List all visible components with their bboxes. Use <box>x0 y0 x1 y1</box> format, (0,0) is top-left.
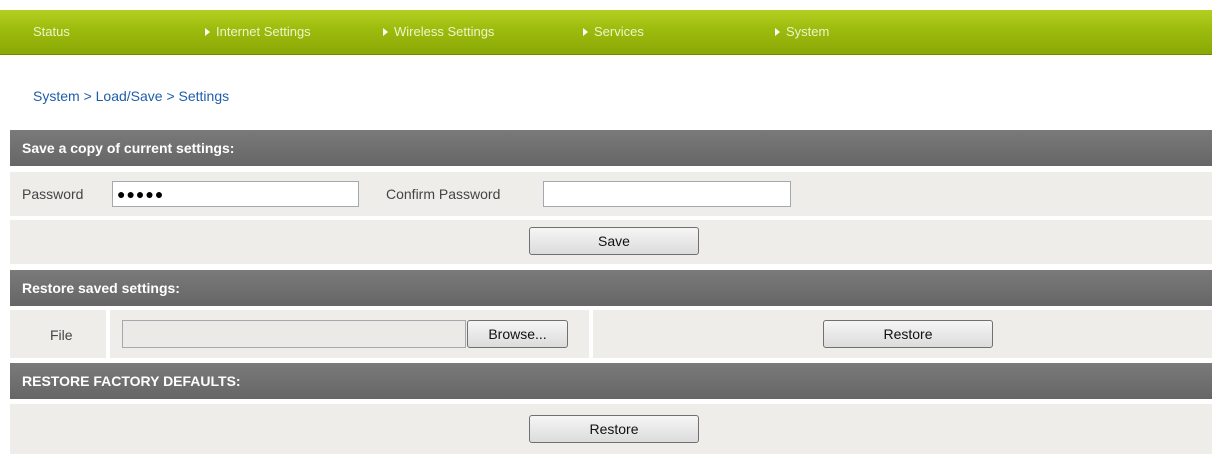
save-button[interactable]: Save <box>529 227 699 255</box>
arrow-right-icon <box>205 27 210 36</box>
restore-file-row: File Browse... Restore <box>10 310 1212 358</box>
nav-item-internet-settings[interactable]: Internet Settings <box>205 10 311 54</box>
nav-item-label: Internet Settings <box>216 24 311 39</box>
factory-defaults-header: RESTORE FACTORY DEFAULTS: <box>10 363 1212 399</box>
file-label: File <box>50 327 73 343</box>
top-bar: Status Internet Settings Wireless Settin… <box>0 0 1212 55</box>
main-nav: Status Internet Settings Wireless Settin… <box>0 10 1212 55</box>
restore-factory-button[interactable]: Restore <box>529 415 699 443</box>
column-divider <box>106 310 110 358</box>
nav-item-label: Status <box>33 24 70 39</box>
save-settings-header: Save a copy of current settings: <box>10 130 1212 166</box>
nav-item-label: Wireless Settings <box>394 24 495 39</box>
nav-item-wireless-settings[interactable]: Wireless Settings <box>383 10 494 54</box>
password-row: Password Confirm Password <box>10 172 1212 216</box>
password-label: Password <box>22 186 84 202</box>
confirm-password-label: Confirm Password <box>386 186 501 202</box>
save-button-row: Save <box>10 220 1212 264</box>
browse-button[interactable]: Browse... <box>467 320 568 348</box>
confirm-password-input[interactable] <box>543 181 791 207</box>
nav-item-label: System <box>786 24 830 39</box>
arrow-right-icon <box>583 27 588 36</box>
nav-item-label: Services <box>594 24 644 39</box>
restore-saved-button[interactable]: Restore <box>823 320 993 348</box>
nav-item-system[interactable]: System <box>775 10 829 54</box>
file-path-display[interactable] <box>122 320 466 348</box>
column-divider <box>589 310 593 358</box>
nav-item-status[interactable]: Status <box>33 10 70 54</box>
nav-item-services[interactable]: Services <box>583 10 644 54</box>
arrow-right-icon <box>383 27 388 36</box>
password-input[interactable] <box>112 181 359 207</box>
breadcrumb: System > Load/Save > Settings <box>33 88 230 104</box>
arrow-right-icon <box>775 27 780 36</box>
factory-restore-row: Restore <box>10 404 1212 454</box>
restore-settings-header: Restore saved settings: <box>10 270 1212 306</box>
